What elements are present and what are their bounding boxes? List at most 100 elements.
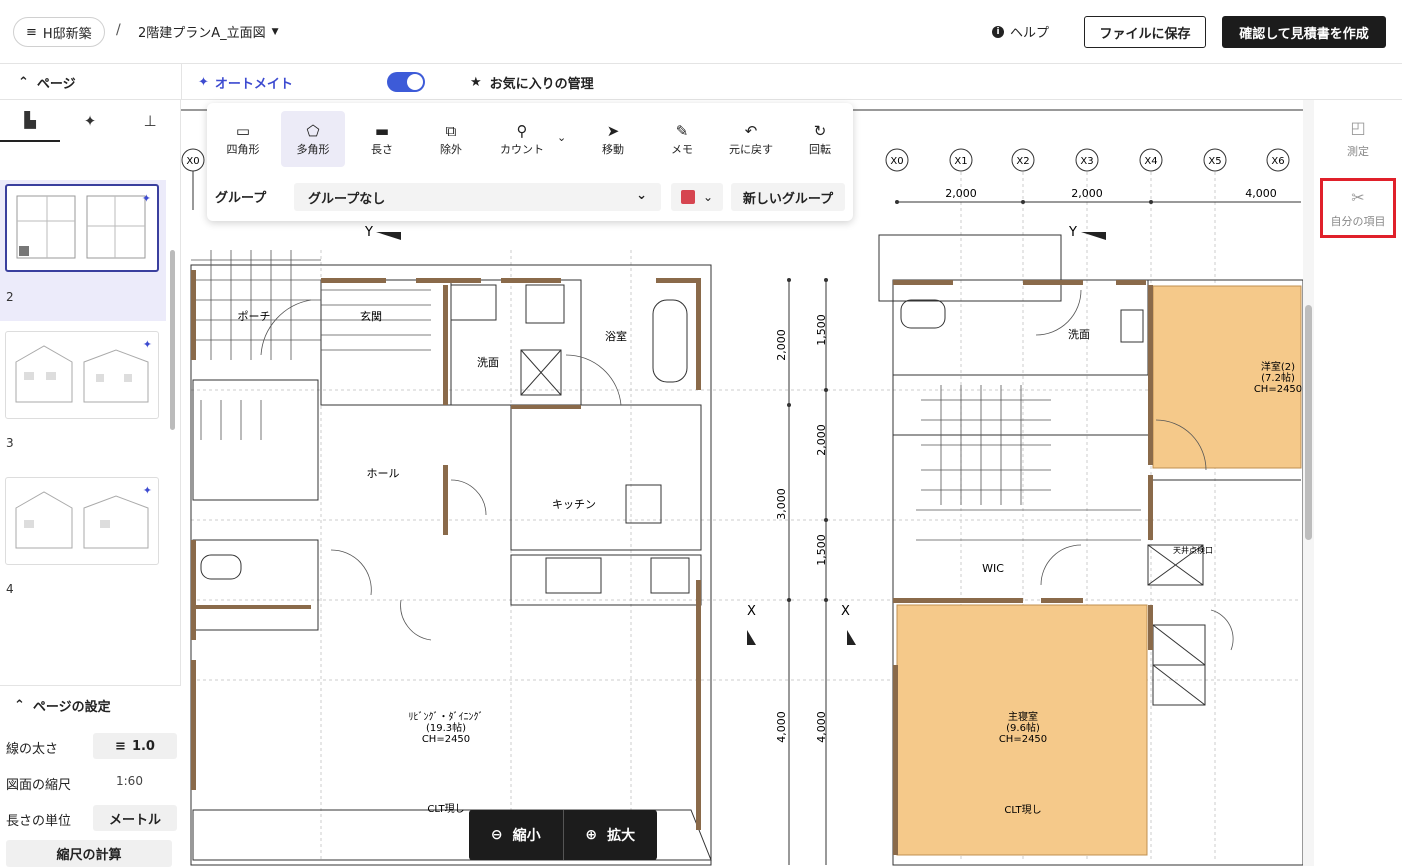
my-items-button[interactable]: ✂ 自分の項目 — [1320, 178, 1396, 238]
tool-rotate[interactable]: ↻ 回転 — [788, 111, 852, 167]
breadcrumb-separator: / — [116, 22, 121, 38]
canvas-scrollbar[interactable] — [1303, 100, 1314, 866]
thumbnail-elevation — [15, 491, 149, 549]
tab-automate[interactable]: ✦ — [60, 100, 120, 142]
drawing-toolbar: ▭ 四角形 ⬠ 多角形 ▬ 長さ ⧉ 除外 ⚲ カウント ⌄ ➤ 移動 ✎ メモ… — [207, 103, 853, 221]
pages-collapse-toggle[interactable]: ⌃ ページ — [18, 73, 76, 92]
group-color-picker[interactable]: ⌄ — [671, 183, 723, 211]
section-marker-y: Y — [364, 225, 373, 240]
dimension-label: 4,000 — [1245, 187, 1277, 200]
room-label: 主寝室 — [1008, 710, 1038, 723]
automate-sparkle-icon: ✦ — [142, 484, 152, 497]
new-group-button[interactable]: 新しいグループ — [731, 183, 845, 211]
favorites-button[interactable]: ★ お気に入りの管理 — [470, 73, 594, 92]
room-label: 玄関 — [360, 309, 382, 323]
page-thumbnail[interactable]: ✦ — [5, 477, 159, 565]
tool-label: 四角形 — [226, 143, 260, 156]
automate-sparkle-icon: ✦ — [142, 338, 152, 351]
chevron-down-icon: ⌄ — [636, 188, 647, 203]
chevron-down-icon: ⌄ — [702, 190, 714, 204]
dimension-label: 4,000 — [775, 711, 788, 743]
section-marker-x: X — [747, 604, 756, 619]
rectangle-icon: ▭ — [235, 122, 251, 140]
favorites-label: お気に入りの管理 — [489, 77, 594, 92]
undo-icon: ↶ — [744, 122, 758, 140]
document-icon: ▙ — [24, 111, 36, 129]
svg-text:X2: X2 — [1016, 156, 1029, 167]
axis-marker: X2 — [1011, 148, 1035, 172]
automate-toggle[interactable] — [387, 72, 425, 92]
room-label: 浴室 — [605, 329, 627, 343]
zoom-in-button[interactable]: ⊕ 拡大 — [564, 810, 658, 860]
page-number: 4 — [6, 582, 14, 596]
exclude-icon: ⧉ — [445, 122, 457, 140]
caret-down-icon: ▼ — [271, 26, 279, 37]
tab-pinned[interactable]: ⊥ — [120, 100, 180, 142]
svg-text:X0: X0 — [890, 156, 903, 167]
tool-undo[interactable]: ↶ 元に戻す — [719, 111, 783, 167]
tab-pages[interactable]: ▙ — [0, 100, 60, 142]
chevron-down-icon[interactable]: ⌄ — [557, 131, 566, 144]
thumbnail-scrollbar[interactable] — [168, 180, 176, 610]
save-file-button[interactable]: ファイルに保存 — [1084, 16, 1206, 48]
room-ceiling: CH=2450 — [999, 734, 1047, 745]
dimension-label: 1,500 — [815, 314, 828, 346]
calc-scale-button[interactable]: 縮尺の計算 — [6, 840, 172, 867]
color-swatch — [680, 190, 695, 204]
scrollbar-thumb[interactable] — [170, 250, 175, 430]
tool-label: 移動 — [602, 143, 624, 156]
axis-marker: X3 — [1075, 148, 1099, 172]
create-estimate-button[interactable]: 確認して見積書を作成 — [1222, 16, 1386, 48]
zoom-out-label: 縮小 — [512, 828, 541, 844]
project-menu-button[interactable]: ≡ H邸新築 — [13, 17, 105, 47]
tool-label: 除外 — [440, 143, 462, 156]
section-marker-y: Y — [1068, 225, 1077, 240]
tool-count[interactable]: ⚲ カウント — [487, 111, 557, 167]
pen-icon: ✎ — [675, 122, 689, 140]
svg-text:X3: X3 — [1080, 156, 1093, 167]
star-icon: ★ — [470, 75, 482, 90]
tool-memo[interactable]: ✎ メモ — [650, 111, 714, 167]
tool-exclude[interactable]: ⧉ 除外 — [419, 111, 483, 167]
tool-label: 多角形 — [296, 143, 330, 156]
count-icon: ⚲ — [516, 122, 528, 140]
unit-select[interactable]: メートル — [93, 805, 177, 831]
group-select[interactable]: グループなし ⌄ — [294, 183, 661, 211]
measure-icon: ◰ — [1350, 117, 1366, 137]
room-label: ポーチ — [238, 310, 271, 323]
room-label: 洗面 — [1068, 328, 1090, 341]
tool-length[interactable]: ▬ 長さ — [350, 111, 414, 167]
page-thumbnail[interactable]: ✦ — [5, 184, 159, 272]
room-label: 天井点検口 — [1173, 545, 1213, 555]
zoom-out-button[interactable]: ⊖ 縮小 — [469, 810, 563, 860]
automate-label-group: ✦ オートメイト — [198, 73, 293, 92]
line-width-label: 線の太さ — [6, 742, 59, 757]
toggle-knob — [407, 74, 423, 90]
dimension-label: 2,000 — [815, 424, 828, 456]
right-panel: ◰ 測定 ✂ 自分の項目 — [1314, 100, 1402, 866]
help-link[interactable]: i ヘルプ — [992, 22, 1049, 41]
tool-label: 長さ — [371, 143, 393, 156]
tool-polygon[interactable]: ⬠ 多角形 — [281, 111, 345, 167]
room-label: WIC — [982, 562, 1004, 575]
axis-marker: X0 — [885, 148, 909, 172]
room-label: CLT現し — [1004, 804, 1041, 816]
tool-label: 回転 — [809, 143, 831, 156]
page-selector[interactable]: 2階建プランA_立面図 ▼ — [138, 22, 279, 41]
tool-move[interactable]: ➤ 移動 — [581, 111, 645, 167]
tool-rectangle[interactable]: ▭ 四角形 — [211, 111, 275, 167]
page-thumbnail[interactable]: ✦ — [5, 331, 159, 419]
tool-label: 元に戻す — [729, 143, 773, 156]
line-width-select[interactable]: ≡ 1.0 — [93, 733, 177, 759]
svg-text:X4: X4 — [1144, 156, 1157, 167]
zoom-in-icon: ⊕ — [585, 827, 598, 843]
dimension-label: 1,500 — [815, 534, 828, 566]
divider — [181, 64, 182, 100]
dimension-label: 3,000 — [775, 488, 788, 520]
scrollbar-thumb[interactable] — [1305, 305, 1312, 540]
page-number: 3 — [6, 436, 14, 450]
measure-button[interactable]: ◰ 測定 — [1320, 108, 1396, 168]
settings-collapse-toggle[interactable]: ⌃ ページの設定 — [14, 696, 111, 715]
page-number: 2 — [6, 290, 14, 304]
line-width-row: 線の太さ ≡ 1.0 — [6, 732, 177, 760]
